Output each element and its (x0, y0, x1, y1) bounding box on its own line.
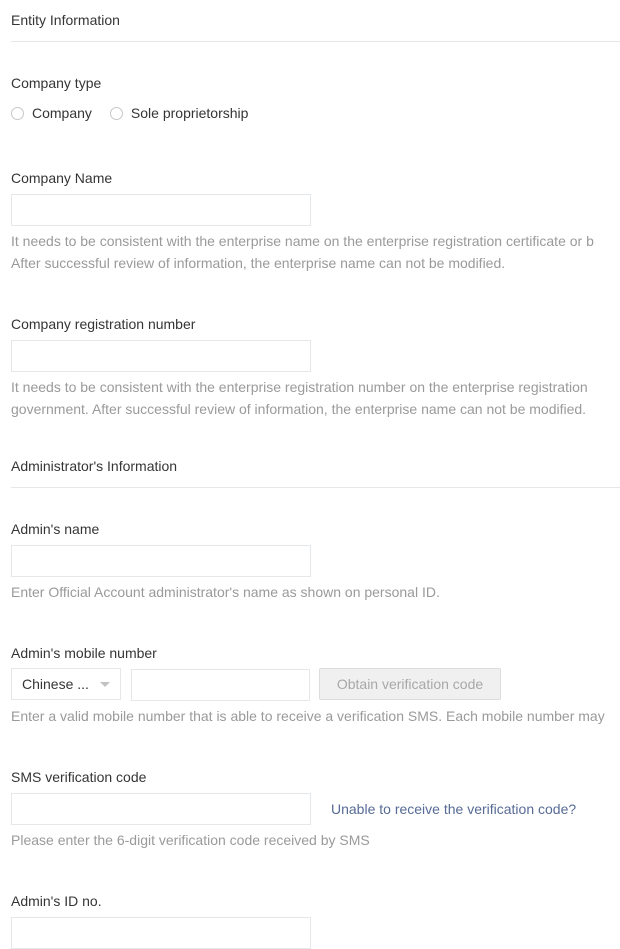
chevron-down-icon (100, 682, 110, 687)
entity-section-divider (11, 41, 620, 42)
country-code-selected: Chinese ... (22, 676, 89, 692)
registration-number-help-line2: government. After successful review of i… (11, 401, 587, 417)
company-name-input[interactable] (11, 194, 311, 226)
radio-circle-icon[interactable] (11, 106, 24, 120)
admin-name-help: Enter Official Account administrator's n… (11, 584, 440, 600)
sms-code-input[interactable] (11, 793, 311, 825)
admin-mobile-help: Enter a valid mobile number that is able… (11, 708, 605, 724)
admin-name-label: Admin's name (11, 521, 100, 537)
sms-code-label: SMS verification code (11, 769, 147, 785)
registration-number-input[interactable] (11, 340, 311, 372)
obtain-verification-code-button[interactable]: Obtain verification code (319, 668, 501, 700)
admin-name-input[interactable] (11, 545, 311, 577)
radio-company-label[interactable]: Company (32, 105, 92, 121)
country-code-select[interactable]: Chinese ... (11, 668, 121, 700)
entity-section-title: Entity Information (11, 12, 120, 28)
admin-mobile-label: Admin's mobile number (11, 645, 157, 661)
radio-circle-icon[interactable] (109, 106, 123, 120)
admin-section-title: Administrator's Information (11, 458, 178, 474)
mobile-number-input[interactable] (131, 669, 310, 701)
company-name-help-line2: After successful review of information, … (11, 255, 506, 271)
unable-to-receive-code-link[interactable]: Unable to receive the verification code? (331, 801, 576, 817)
radio-sole-proprietorship[interactable]: Sole proprietorship (109, 105, 249, 121)
admin-id-label: Admin's ID no. (11, 893, 102, 909)
company-name-help-line1: It needs to be consistent with the enter… (11, 233, 594, 249)
registration-number-label: Company registration number (11, 316, 196, 332)
admin-id-input[interactable] (11, 917, 311, 949)
sms-code-help: Please enter the 6-digit verification co… (11, 832, 370, 848)
company-name-label: Company Name (11, 170, 113, 186)
admin-section-divider (11, 487, 620, 488)
radio-sole-proprietorship-label[interactable]: Sole proprietorship (131, 105, 249, 121)
company-type-label: Company type (11, 75, 102, 91)
radio-company[interactable]: Company (11, 105, 92, 121)
company-type-radio-group: Company Sole proprietorship (11, 105, 266, 121)
registration-number-help-line1: It needs to be consistent with the enter… (11, 379, 588, 395)
